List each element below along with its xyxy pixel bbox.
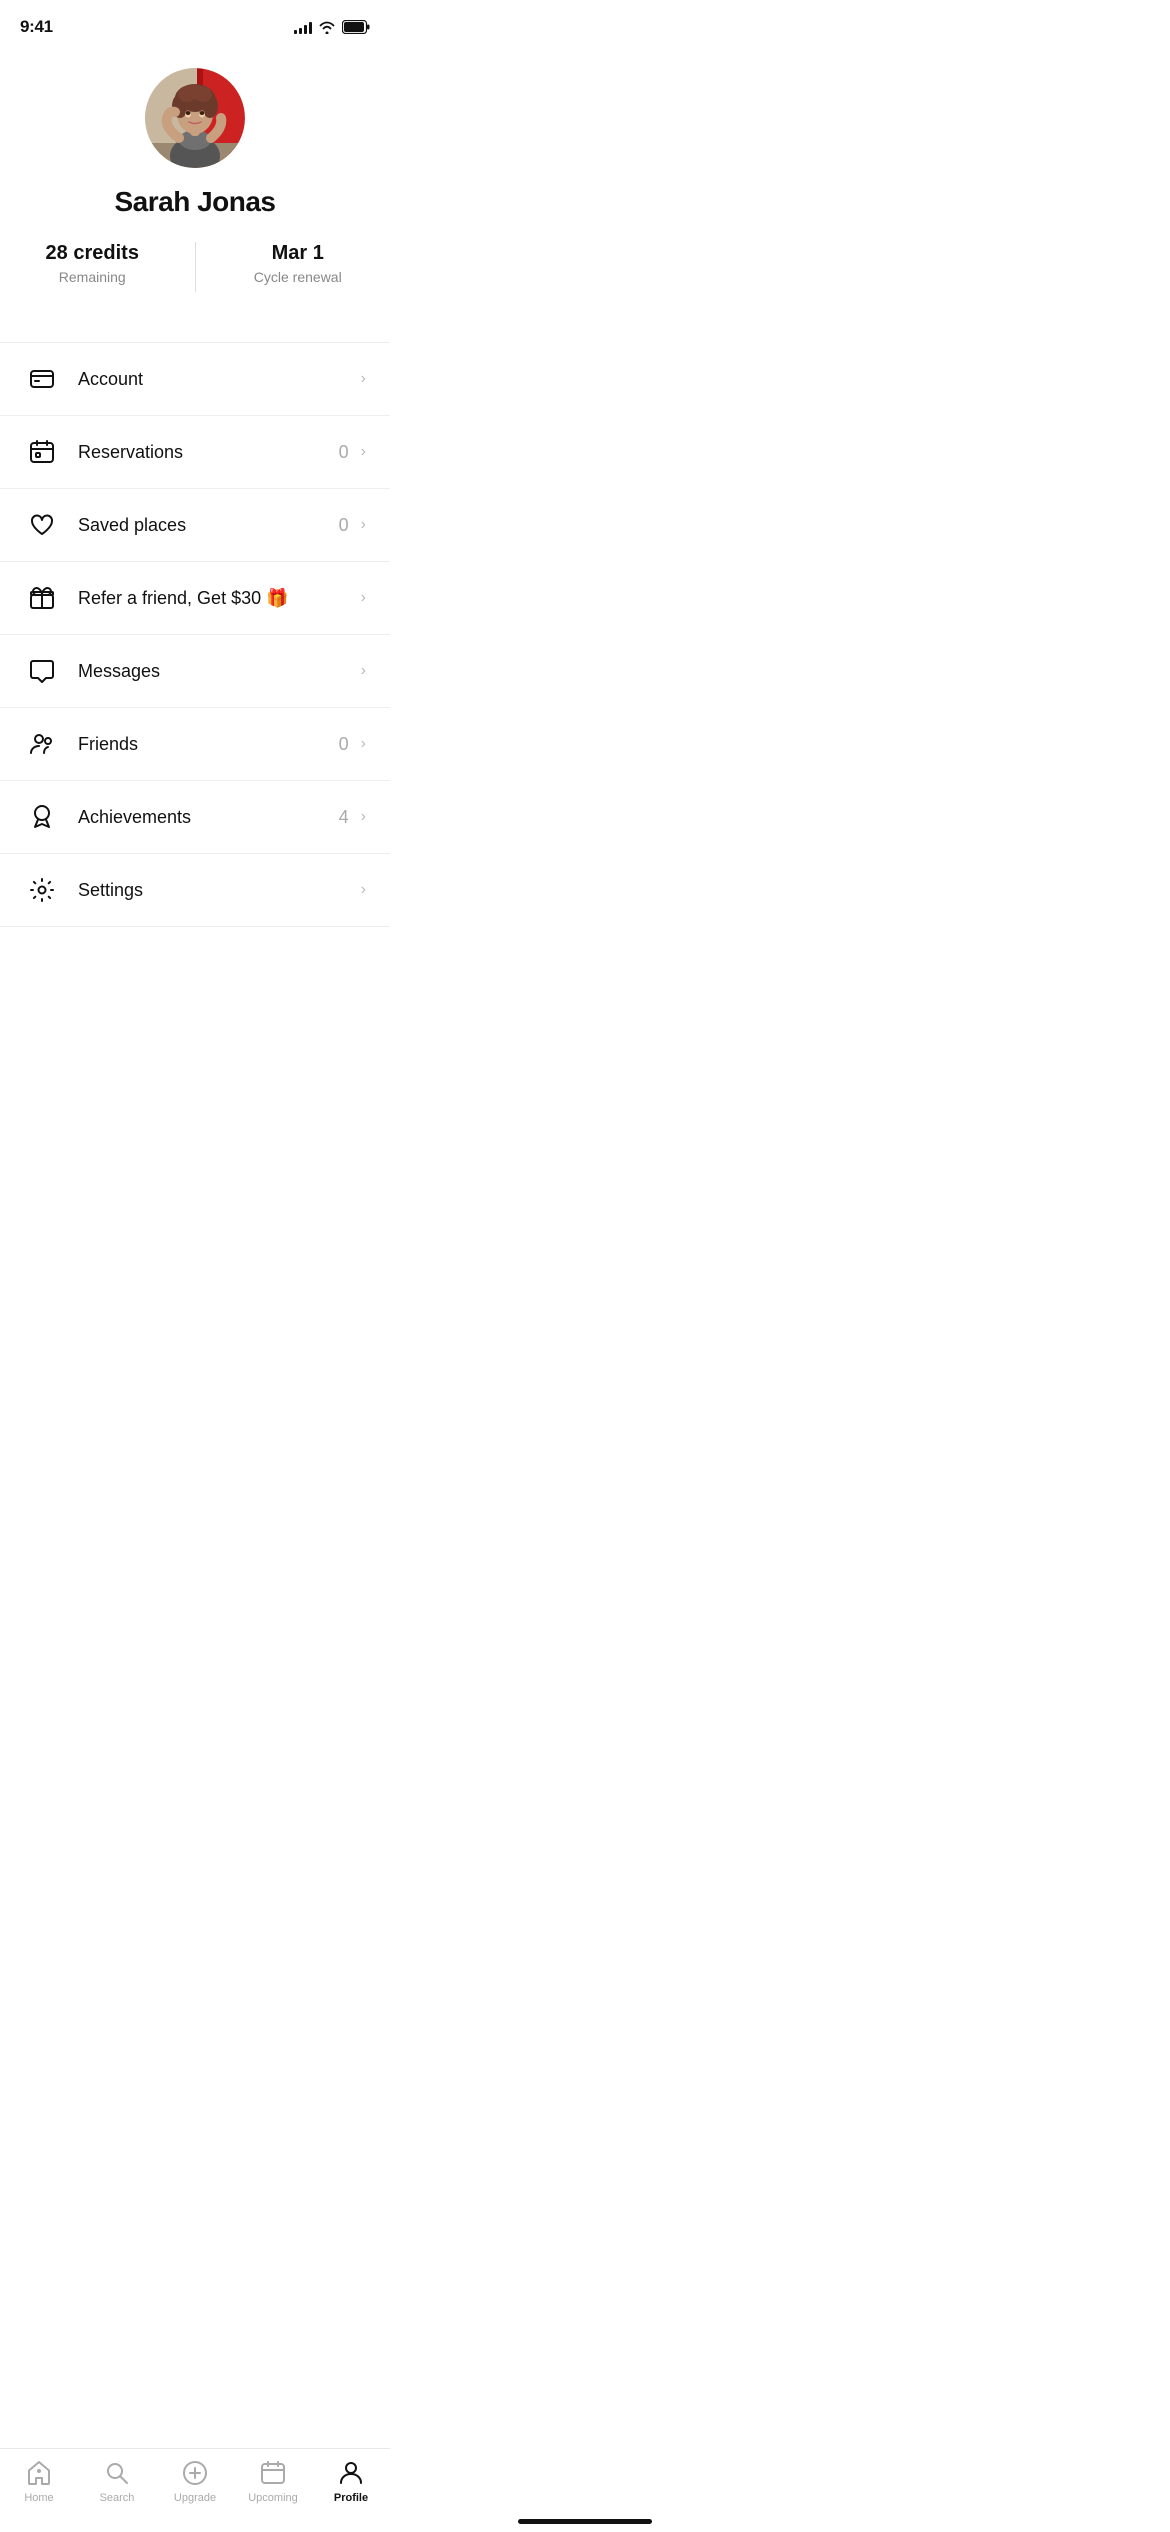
account-chevron: ›: [361, 370, 366, 388]
friends-chevron: ›: [361, 735, 366, 753]
search-tab-icon: [103, 2459, 131, 2487]
chat-icon: [24, 653, 60, 689]
profile-tab-icon: [337, 2459, 365, 2487]
upcoming-tab-icon: [259, 2459, 287, 2487]
tab-upgrade[interactable]: Upgrade: [165, 2459, 225, 2504]
menu-item-settings[interactable]: Settings ›: [0, 853, 390, 927]
tab-bar: Home Search Upgrade: [0, 2448, 390, 2532]
renewal-label: Cycle renewal: [254, 269, 342, 285]
achievements-label: Achievements: [78, 807, 339, 828]
stats-row: 28 credits Remaining Mar 1 Cycle renewal: [0, 242, 390, 292]
wifi-icon: [318, 20, 336, 34]
credits-label: Remaining: [59, 269, 126, 285]
messages-chevron: ›: [361, 662, 366, 680]
avatar: [145, 68, 245, 168]
status-time: 9:41: [20, 17, 53, 37]
menu-item-refer[interactable]: Refer a friend, Get $30 🎁 ›: [0, 561, 390, 634]
settings-label: Settings: [78, 880, 361, 901]
menu-item-messages[interactable]: Messages ›: [0, 634, 390, 707]
saved-places-chevron: ›: [361, 516, 366, 534]
heart-icon: [24, 507, 60, 543]
account-label: Account: [78, 369, 361, 390]
gift-icon: [24, 580, 60, 616]
saved-places-label: Saved places: [78, 515, 339, 536]
friends-label: Friends: [78, 734, 339, 755]
tab-upcoming[interactable]: Upcoming: [243, 2459, 303, 2504]
upcoming-tab-label: Upcoming: [248, 2492, 298, 2504]
tab-profile[interactable]: Profile: [321, 2459, 381, 2504]
profile-tab-label: Profile: [334, 2492, 368, 2504]
card-icon: [24, 361, 60, 397]
renewal-stat: Mar 1 Cycle renewal: [206, 242, 391, 285]
settings-chevron: ›: [361, 881, 366, 899]
home-indicator: [518, 2519, 652, 2524]
search-tab-label: Search: [100, 2492, 135, 2504]
friends-badge: 0: [339, 734, 349, 755]
saved-places-badge: 0: [339, 515, 349, 536]
messages-label: Messages: [78, 661, 361, 682]
profile-header: Sarah Jonas 28 credits Remaining Mar 1 C…: [0, 48, 390, 322]
menu-item-friends[interactable]: Friends 0 ›: [0, 707, 390, 780]
home-tab-label: Home: [24, 2492, 53, 2504]
signal-icon: [294, 21, 312, 34]
upgrade-tab-label: Upgrade: [174, 2492, 216, 2504]
tab-search[interactable]: Search: [87, 2459, 147, 2504]
upgrade-tab-icon: [181, 2459, 209, 2487]
reservations-label: Reservations: [78, 442, 339, 463]
home-tab-icon: [25, 2459, 53, 2487]
status-icons: [294, 20, 370, 34]
renewal-value: Mar 1: [272, 242, 324, 265]
refer-label: Refer a friend, Get $30 🎁: [78, 588, 361, 609]
menu-item-achievements[interactable]: Achievements 4 ›: [0, 780, 390, 853]
tab-home[interactable]: Home: [9, 2459, 69, 2504]
reservations-badge: 0: [339, 442, 349, 463]
achievements-chevron: ›: [361, 808, 366, 826]
credits-value: 28 credits: [46, 242, 139, 265]
achievements-badge: 4: [339, 807, 349, 828]
refer-chevron: ›: [361, 589, 366, 607]
reservations-chevron: ›: [361, 443, 366, 461]
achievement-icon: [24, 799, 60, 835]
menu-list: Account › Reservations 0 › Saved places …: [0, 342, 390, 927]
friends-icon: [24, 726, 60, 762]
battery-icon: [342, 20, 370, 34]
calendar-icon: [24, 434, 60, 470]
settings-icon: [24, 872, 60, 908]
menu-item-account[interactable]: Account ›: [0, 342, 390, 415]
menu-item-reservations[interactable]: Reservations 0 ›: [0, 415, 390, 488]
menu-item-saved-places[interactable]: Saved places 0 ›: [0, 488, 390, 561]
credits-stat: 28 credits Remaining: [0, 242, 185, 285]
stat-divider: [195, 242, 196, 292]
user-name: Sarah Jonas: [114, 186, 275, 218]
status-bar: 9:41: [0, 0, 390, 48]
